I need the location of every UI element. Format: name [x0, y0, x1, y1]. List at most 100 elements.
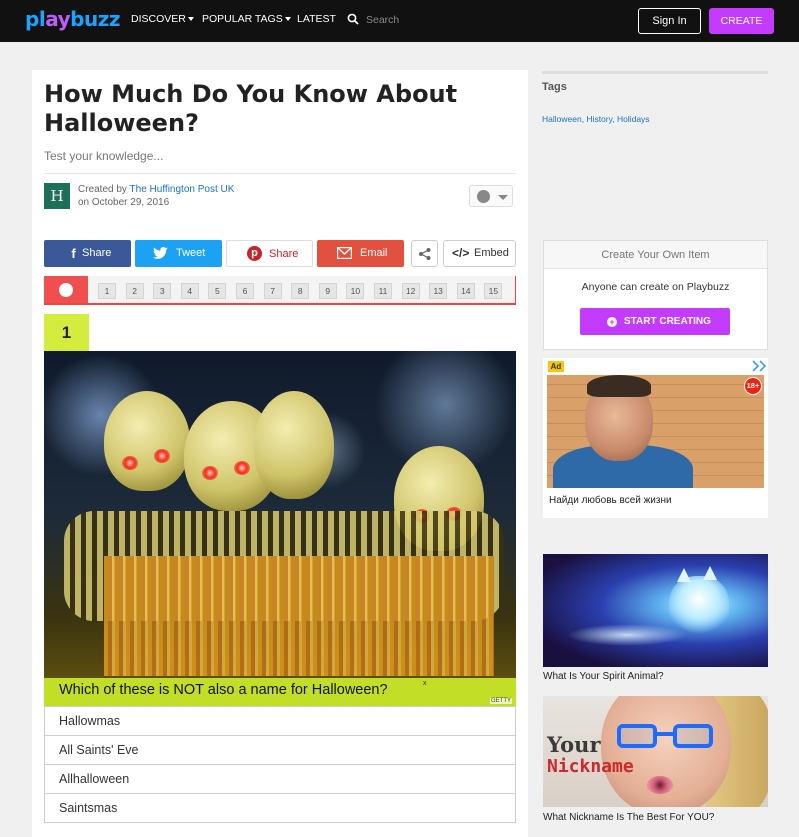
pinterest-icon: p	[247, 246, 262, 261]
glasses-lens-right	[673, 724, 713, 748]
quiz-start-marker	[44, 276, 88, 303]
chevron-down-icon	[284, 17, 291, 22]
created-by-label: Created by	[78, 184, 127, 195]
question-text: Which of these is NOT also a name for Ha…	[59, 682, 388, 698]
answer-option[interactable]: All Saints' Eve	[44, 735, 516, 765]
divider	[44, 173, 516, 174]
progress-step: 11	[374, 283, 392, 299]
chevron-down-icon	[187, 17, 194, 22]
ad-image[interactable]	[547, 375, 764, 488]
close-icon[interactable]: x	[423, 680, 427, 687]
skull-1	[104, 391, 190, 491]
chevron-down-icon	[498, 195, 508, 200]
pinterest-share-button[interactable]: p Share	[226, 240, 313, 267]
language-dropdown[interactable]	[469, 185, 513, 207]
blue-glasses	[617, 724, 715, 750]
search-input[interactable]: Search	[366, 14, 399, 26]
plus-icon: +	[607, 317, 617, 327]
progress-step: 8	[291, 283, 310, 299]
nickname-quiz-caption[interactable]: What Nickname Is The Best For YOU?	[543, 812, 714, 823]
progress-step: 6	[236, 283, 254, 299]
envelope-icon	[337, 247, 352, 259]
progress-step: 1	[98, 283, 116, 299]
playbuzz-logo[interactable]: playbuzz	[25, 7, 120, 31]
lips	[647, 776, 673, 794]
twitter-share-button[interactable]: Tweet	[135, 240, 222, 267]
progress-step: 15	[484, 283, 503, 299]
cat-ear	[703, 566, 717, 580]
glowing-cat	[669, 576, 729, 634]
page-title: How Much Do You Know About Halloween?	[44, 80, 458, 137]
author-avatar[interactable]: H	[44, 183, 70, 209]
globe-icon	[477, 190, 490, 203]
tags-divider	[542, 71, 768, 74]
twitter-icon	[153, 247, 168, 259]
create-box-text: Anyone can create on Playbuzz	[581, 281, 730, 293]
publish-date: on October 29, 2016	[78, 197, 170, 208]
glowing-eye	[202, 466, 218, 480]
progress-step: 5	[208, 283, 227, 299]
question-number: 1	[44, 314, 89, 351]
progress-step: 3	[153, 283, 172, 299]
create-own-item-box: Create Your Own Item Anyone can create o…	[543, 240, 768, 350]
sign-in-button[interactable]: Sign In	[638, 8, 701, 34]
answer-option[interactable]: Saintsmas	[44, 793, 516, 823]
author-link[interactable]: The Huffington Post UK	[130, 184, 235, 195]
article-subtitle: Test your knowledge...	[44, 149, 164, 163]
email-share-button[interactable]: Email	[317, 240, 404, 267]
nav-discover[interactable]: DISCOVER	[131, 13, 194, 25]
email-share-label: Email	[360, 247, 388, 259]
start-creating-button[interactable]: + START CREATING	[580, 308, 730, 335]
ad-caption[interactable]: Найди любовь всей жизни	[549, 495, 672, 506]
age-restriction-badge: 18+	[744, 377, 762, 395]
author-line: Created by The Huffington Post UK	[78, 184, 234, 195]
facebook-share-button[interactable]: f Share	[44, 240, 131, 267]
pinterest-share-label: Share	[269, 248, 299, 260]
question-image	[44, 351, 516, 706]
ad-person-hair	[587, 375, 651, 397]
cat-tail-glow	[567, 624, 687, 646]
start-creating-label: START CREATING	[624, 316, 711, 327]
embed-button[interactable]: </> Embed	[443, 240, 516, 267]
tags-list[interactable]: Halloween, History, Holidays	[542, 114, 650, 124]
glowing-eye	[122, 456, 138, 470]
progress-step: 10	[346, 283, 365, 299]
nickname-overlay-line2: Nickname	[547, 756, 634, 777]
create-button[interactable]: CREATE	[709, 8, 774, 34]
nav-discover-label: DISCOVER	[131, 13, 186, 25]
glowing-eye	[234, 461, 250, 475]
ad-badge: Ad	[548, 361, 564, 372]
orange-fringe	[104, 556, 494, 676]
answer-option[interactable]: Hallowmas	[44, 706, 516, 736]
quiz-progress-bar: 1 2 3 4 5 6 7 8 9 10 11 12 13 14 15	[44, 276, 516, 305]
cat-ear	[677, 568, 691, 582]
glasses-lens-left	[617, 724, 657, 748]
share-more-button[interactable]	[411, 240, 438, 267]
nickname-overlay-line1: Your	[547, 732, 601, 757]
share-icon	[419, 248, 431, 260]
create-box-heading: Create Your Own Item	[544, 241, 767, 269]
spirit-animal-caption[interactable]: What Is Your Spirit Animal?	[543, 671, 664, 682]
search-icon[interactable]	[347, 13, 359, 25]
nav-popular-tags[interactable]: POPULAR TAGS	[202, 13, 291, 25]
glasses-bridge	[657, 732, 673, 736]
progress-step: 7	[263, 283, 282, 299]
tags-heading: Tags	[542, 81, 567, 93]
trophy-icon	[59, 283, 73, 297]
nav-popular-tags-label: POPULAR TAGS	[202, 13, 283, 25]
glowing-eye	[154, 449, 170, 463]
code-icon: </>	[452, 246, 470, 260]
progress-step: 12	[401, 283, 420, 299]
twitter-share-label: Tweet	[176, 247, 206, 259]
nav-latest[interactable]: LATEST	[297, 13, 336, 25]
spirit-animal-image[interactable]	[543, 554, 768, 667]
image-credit: GETTY	[490, 698, 513, 704]
progress-step: 2	[125, 283, 144, 299]
facebook-share-label: Share	[82, 247, 112, 259]
nickname-quiz-image[interactable]: Your Nickname	[543, 696, 768, 807]
embed-label: Embed	[474, 247, 509, 259]
facebook-icon: f	[71, 246, 76, 261]
ad-choices-icon[interactable]	[752, 360, 767, 372]
progress-step: 9	[318, 283, 337, 299]
answer-option[interactable]: Allhalloween	[44, 764, 516, 794]
